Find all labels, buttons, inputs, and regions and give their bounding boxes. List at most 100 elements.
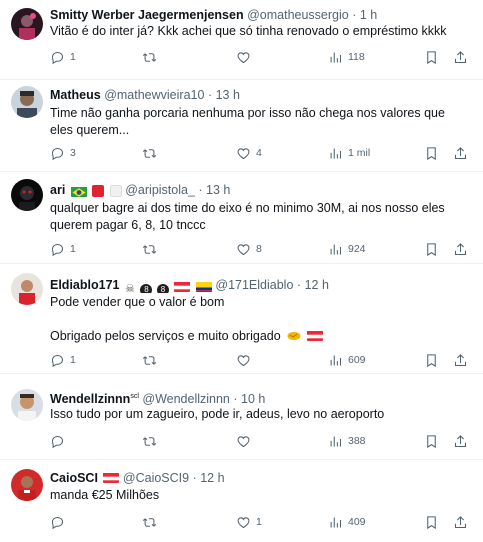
author-handle[interactable]: @Wendellzinnn	[142, 392, 230, 405]
reply-button[interactable]: 1	[50, 351, 76, 369]
reply-button[interactable]	[50, 432, 70, 450]
author-name[interactable]: Smitty Werber Jaegermenjensen	[50, 8, 244, 22]
retweet-button[interactable]	[142, 351, 162, 369]
reply-tweet[interactable]: CaioSCI @CaioSCI9 · 12 h manda €25 Milhõ…	[0, 460, 483, 542]
reply-button[interactable]: 1	[50, 48, 76, 66]
austria-flag-icon	[103, 472, 120, 483]
author-name[interactable]: Wendellzinnn	[50, 392, 130, 405]
like-button[interactable]: 8	[236, 240, 262, 258]
views-count: 409	[348, 516, 366, 528]
author-handle[interactable]: @CaioSCI9	[123, 471, 189, 485]
heart-icon	[237, 354, 250, 366]
retweet-icon	[142, 244, 157, 254]
views-button[interactable]: 409	[328, 513, 366, 531]
timestamp[interactable]: 10 h	[241, 392, 265, 405]
reply-tweet[interactable]: Wendellzinnnscl @Wendellzinnn · 10 h Iss…	[0, 374, 483, 460]
author-handle[interactable]: @mathewvieira10	[104, 88, 204, 102]
bookmark-icon	[427, 515, 436, 529]
austria-flag-icon	[174, 281, 191, 292]
views-button[interactable]: 924	[328, 240, 366, 258]
author-handle[interactable]: @aripistola_	[125, 183, 195, 197]
colombia-flag-icon	[195, 281, 212, 292]
reply-tweet[interactable]: Matheus @mathewvieira10 · 13 h Time não …	[0, 80, 483, 172]
tweet-text-line: Obrigado pelos serviços e muito obrigado	[50, 328, 281, 343]
avatar[interactable]	[11, 273, 43, 305]
author-name[interactable]: CaioSCI	[50, 471, 98, 485]
share-button[interactable]	[453, 513, 468, 531]
reply-button[interactable]: 3	[50, 144, 76, 162]
like-button[interactable]: 1	[236, 513, 262, 531]
reply-count: 3	[70, 147, 76, 159]
action-bar: 1 609	[50, 351, 470, 369]
red-square-icon	[92, 185, 105, 197]
retweet-button[interactable]	[142, 144, 162, 162]
avatar[interactable]	[11, 179, 43, 211]
like-button[interactable]	[236, 351, 256, 369]
bookmark-button[interactable]	[424, 513, 439, 531]
heart-icon	[237, 147, 250, 159]
retweet-button[interactable]	[142, 513, 162, 531]
views-button[interactable]: 1 mil	[328, 144, 370, 162]
reply-button[interactable]	[50, 513, 70, 531]
bookmark-button[interactable]	[424, 48, 439, 66]
avatar[interactable]	[11, 86, 43, 118]
share-button[interactable]	[453, 48, 468, 66]
timestamp[interactable]: 12 h	[200, 471, 224, 485]
replies-feed: Smitty Werber Jaegermenjensen @omatheuss…	[0, 0, 483, 542]
timestamp[interactable]: 1 h	[360, 8, 377, 22]
bookmark-icon	[427, 146, 436, 160]
heart-icon	[237, 516, 250, 528]
share-button[interactable]	[453, 240, 468, 258]
share-button[interactable]	[453, 351, 468, 369]
heart-icon	[237, 51, 250, 63]
views-icon	[330, 52, 342, 62]
avatar[interactable]	[11, 469, 43, 501]
author-name[interactable]: Matheus	[50, 88, 101, 102]
share-icon	[454, 515, 467, 528]
views-button[interactable]: 388	[328, 432, 366, 450]
reply-tweet[interactable]: Smitty Werber Jaegermenjensen @omatheuss…	[0, 0, 483, 80]
timestamp[interactable]: 13 h	[216, 88, 240, 102]
views-count: 118	[348, 51, 365, 63]
white-square-icon	[109, 185, 122, 197]
reply-tweet[interactable]: ari @aripistola_ · 13 h qualquer bagre a…	[0, 172, 483, 264]
separator-dot: ·	[296, 278, 302, 292]
views-button[interactable]: 609	[328, 351, 366, 369]
avatar[interactable]	[11, 389, 43, 421]
share-icon	[454, 242, 467, 255]
retweet-button[interactable]	[142, 48, 162, 66]
reply-button[interactable]: 1	[50, 240, 76, 258]
share-icon	[454, 434, 467, 447]
bookmark-button[interactable]	[424, 240, 439, 258]
timestamp[interactable]: 13 h	[206, 183, 230, 197]
retweet-icon	[142, 436, 157, 446]
retweet-icon	[142, 148, 157, 158]
bookmark-button[interactable]	[424, 144, 439, 162]
views-count: 1 mil	[348, 147, 371, 159]
avatar[interactable]	[11, 8, 43, 40]
name-emoji-badges	[69, 184, 122, 198]
austria-flag-icon	[306, 330, 323, 341]
views-icon	[330, 517, 342, 527]
heart-icon	[237, 435, 250, 447]
share-button[interactable]	[453, 144, 468, 162]
author-handle[interactable]: @omatheussergio	[247, 8, 349, 22]
like-button[interactable]	[236, 432, 256, 450]
reply-icon	[51, 516, 64, 529]
author-name[interactable]: Eldiablo171	[50, 278, 119, 292]
reply-tweet[interactable]: Eldiablo171 ☠ 8 8 @171Eldiablo · 12 h Po…	[0, 264, 483, 374]
author-name[interactable]: ari	[50, 183, 65, 197]
like-button[interactable]	[236, 48, 256, 66]
reply-icon	[51, 243, 64, 256]
bookmark-button[interactable]	[424, 432, 439, 450]
bookmark-button[interactable]	[424, 351, 439, 369]
timestamp[interactable]: 12 h	[305, 278, 329, 292]
like-button[interactable]: 4	[236, 144, 262, 162]
separator-dot: ·	[192, 471, 197, 485]
share-icon	[454, 353, 467, 366]
share-button[interactable]	[453, 432, 468, 450]
views-button[interactable]: 118	[328, 48, 365, 66]
retweet-button[interactable]	[142, 240, 162, 258]
author-handle[interactable]: @171Eldiablo	[215, 278, 293, 292]
retweet-button[interactable]	[142, 432, 162, 450]
